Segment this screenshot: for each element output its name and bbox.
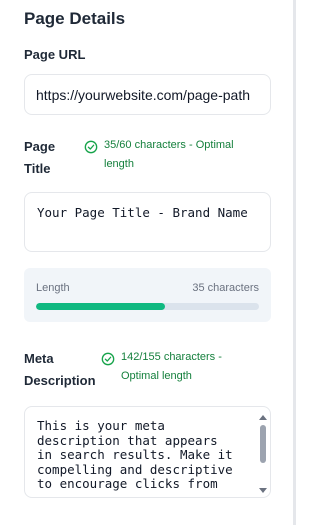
url-input[interactable] — [24, 74, 271, 115]
length-bar-track — [36, 303, 259, 310]
scroll-thumb[interactable] — [260, 425, 266, 463]
check-circle-icon — [101, 352, 115, 366]
meta-description-textarea[interactable]: This is your meta description that appear… — [24, 406, 271, 498]
meta-description-text: This is your meta description that appear… — [25, 407, 270, 492]
length-meter: Length 35 characters — [24, 268, 271, 322]
length-meter-header: Length 35 characters — [36, 282, 259, 294]
scroll-up-arrow-icon[interactable] — [259, 415, 267, 420]
meta-label-line2: Description — [24, 373, 96, 388]
scroll-down-arrow-icon[interactable] — [259, 488, 267, 493]
meta-description-line: compelling and descriptive — [37, 461, 233, 477]
meta-description-line: to encourage clicks from — [37, 476, 218, 491]
meta-status-line1: 142/155 characters - — [121, 351, 222, 363]
meta-label: Meta Description — [24, 348, 99, 392]
title-label-line1: Page — [24, 139, 56, 154]
meta-label-line1: Meta — [24, 351, 54, 366]
title-label-line2: Title — [24, 161, 51, 176]
url-section: Page URL — [24, 47, 271, 115]
url-label: Page URL — [24, 47, 86, 62]
meta-description-line: description that appears — [37, 432, 218, 448]
meta-status-line2: Optimal length — [121, 370, 192, 382]
page-scrollbar-edge[interactable] — [293, 0, 296, 525]
length-bar-fill — [36, 303, 166, 310]
meta-description-line: This is your meta — [37, 418, 165, 433]
page-details-panel: Page Details Page URL Page Title 35/60 c… — [0, 0, 295, 498]
meta-header-row: Meta Description 142/155 characters - Op… — [24, 348, 271, 392]
title-input[interactable]: Your Page Title - Brand Name — [24, 192, 271, 252]
meta-section: Meta Description 142/155 characters - Op… — [24, 348, 271, 498]
length-label: Length — [36, 282, 70, 294]
meta-scrollbar[interactable] — [259, 415, 267, 493]
title-section: Page Title 35/60 characters - Optimal le… — [24, 136, 271, 322]
meta-status: 142/155 characters - Optimal length — [101, 348, 271, 386]
length-count: 35 characters — [192, 282, 259, 294]
title-status-line2: length — [104, 158, 134, 170]
meta-description-line: in search results. Make it — [37, 447, 233, 462]
meta-status-text: 142/155 characters - Optimal length — [121, 348, 271, 386]
check-circle-icon — [84, 140, 98, 154]
panel-title: Page Details — [24, 9, 126, 28]
title-status: 35/60 characters - Optimal length — [84, 136, 254, 174]
title-header-row: Page Title 35/60 characters - Optimal le… — [24, 136, 271, 180]
title-status-line1: 35/60 characters - Optimal — [104, 139, 234, 151]
title-status-text: 35/60 characters - Optimal length — [104, 136, 254, 174]
title-label: Page Title — [24, 136, 82, 180]
